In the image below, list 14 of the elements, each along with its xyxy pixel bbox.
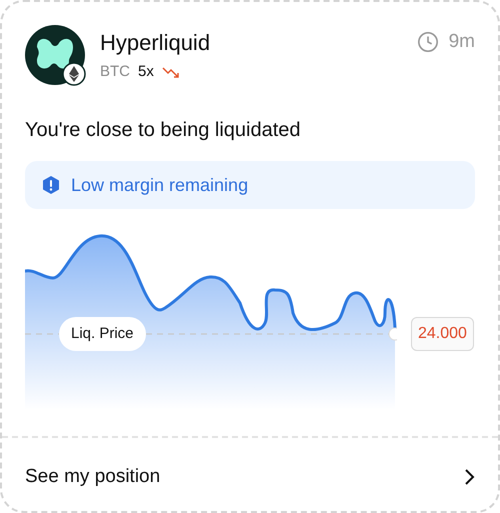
- leverage-label: 5x: [138, 62, 154, 82]
- asset-ticker: BTC: [100, 62, 130, 82]
- alert-icon: [41, 175, 61, 195]
- chevron-right-icon: [463, 468, 475, 486]
- ethereum-icon: [62, 62, 86, 86]
- position-link[interactable]: See my position: [2, 463, 498, 492]
- clock-icon: [416, 31, 439, 54]
- alert-text: Low margin remaining: [71, 174, 248, 197]
- trend-down-icon: [162, 65, 182, 80]
- liquidation-price: 24.000: [411, 317, 474, 351]
- liquidation-price-label: Liq. Price: [59, 317, 146, 351]
- exchange-name: Hyperliquid: [100, 29, 212, 57]
- elapsed-time: 9m: [448, 30, 475, 54]
- warning-message: You're close to being liquidated: [24, 118, 302, 143]
